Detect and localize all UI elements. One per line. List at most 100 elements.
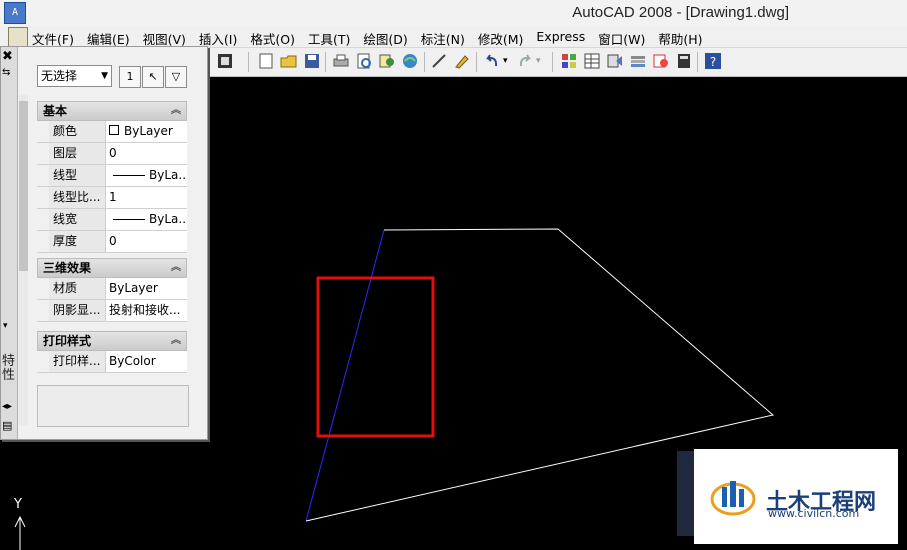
watermark-url: www.civilcn.com: [768, 507, 860, 520]
pan-realtime-icon[interactable]: [560, 52, 578, 70]
property-value[interactable]: ByLayer: [106, 121, 187, 142]
plot-preview-icon[interactable]: [355, 52, 373, 70]
property-row-lineweight[interactable]: 线宽 ByLa...: [37, 209, 187, 231]
autocad-app-icon[interactable]: A: [4, 2, 26, 24]
section-plot-style: 打印样式 ︽ 打印样... ByColor: [37, 331, 187, 373]
toolbar-separator: [552, 52, 553, 72]
svg-text:?: ?: [710, 55, 716, 69]
selection-value: 无选择: [41, 69, 78, 83]
properties-palette: ✖ ⇆ ▾ 特性 ◂▸ ▤ 无选择 ▼ 1 ↖ ▽ 基本 ︽ 颜色 ByLayer …: [0, 46, 208, 440]
property-value[interactable]: 0: [106, 231, 187, 252]
collapse-icon[interactable]: ︽: [171, 259, 181, 277]
description-box: [37, 385, 189, 427]
collapse-icon[interactable]: ︽: [171, 102, 181, 120]
section-title: 基本: [43, 104, 68, 118]
property-value[interactable]: ByColor: [106, 351, 187, 372]
palette-title-strip[interactable]: ✖ ⇆ ▾ 特性 ◂▸ ▤: [1, 47, 18, 439]
property-name: 线型: [49, 165, 106, 186]
section-header-general[interactable]: 基本 ︽: [37, 101, 187, 121]
line-sample-icon: [113, 175, 145, 176]
ucs-y-label: Y: [14, 497, 22, 512]
watermark-logo: 土木工程网 www.civilcn.com: [694, 449, 898, 544]
section-header-3d[interactable]: 三维效果 ︽: [37, 258, 187, 278]
scroll-down-icon[interactable]: ▾: [3, 321, 8, 331]
save-icon[interactable]: [303, 52, 321, 70]
section-header-plot-style[interactable]: 打印样式 ︽: [37, 331, 187, 351]
undo-icon[interactable]: [483, 52, 501, 70]
help-icon[interactable]: ?: [704, 52, 722, 70]
menu-modify[interactable]: 修改(M): [478, 29, 531, 48]
property-value[interactable]: ByLa...: [106, 209, 187, 230]
property-row-linetype[interactable]: 线型 ByLa...: [37, 165, 187, 187]
property-row-thickness[interactable]: 厚度 0: [37, 231, 187, 253]
property-row-layer[interactable]: 图层 0: [37, 143, 187, 165]
property-row-shadow[interactable]: 阴影显... 投射和接收...: [37, 300, 187, 322]
property-name: 图层: [49, 143, 106, 164]
autohide-icon[interactable]: ⇆: [2, 67, 10, 78]
new-icon[interactable]: [257, 52, 275, 70]
property-row-color[interactable]: 颜色 ByLayer: [37, 121, 187, 143]
menu-express[interactable]: Express: [536, 29, 592, 48]
redo-icon[interactable]: [516, 52, 534, 70]
property-value[interactable]: ByLayer: [106, 278, 187, 299]
toggle-pickadd-button[interactable]: 1: [119, 66, 141, 88]
quick-select-button[interactable]: ▽: [165, 66, 187, 88]
properties-icon[interactable]: [583, 52, 601, 70]
menu-draw[interactable]: 绘图(D): [363, 29, 414, 48]
toolbar-separator: [476, 52, 477, 72]
open-icon[interactable]: [280, 52, 298, 70]
menu-help[interactable]: 帮助(H): [658, 29, 709, 48]
property-name: 线型比...: [49, 187, 106, 208]
property-row-linetype-scale[interactable]: 线型比... 1: [37, 187, 187, 209]
color-swatch-icon: [109, 125, 119, 135]
property-name: 阴影显...: [49, 300, 106, 321]
menu-bar: 文件(F) 编辑(E) 视图(V) 插入(I) 格式(O) 工具(T) 绘图(D…: [0, 26, 907, 48]
toolbar-separator: [424, 52, 425, 72]
match-properties-icon[interactable]: [453, 52, 471, 70]
civilcn-logo-icon: [710, 481, 756, 516]
design-center-icon[interactable]: [606, 52, 624, 70]
menu-dimension[interactable]: 标注(N): [421, 29, 472, 48]
tool-palettes-icon[interactable]: [629, 52, 647, 70]
publish-icon[interactable]: [378, 52, 396, 70]
line-sample-icon: [113, 219, 145, 220]
document-icon[interactable]: [8, 27, 28, 47]
property-name: 材质: [49, 278, 106, 299]
toolbar-separator: [248, 52, 249, 72]
print-icon[interactable]: [332, 52, 350, 70]
ucs-y-axis: [14, 515, 26, 550]
property-name: 打印样...: [49, 351, 106, 372]
property-value-text: ByLa...: [149, 212, 187, 226]
palette-scrollbar[interactable]: [19, 95, 28, 425]
selection-dropdown[interactable]: 无选择 ▼: [37, 65, 112, 87]
3d-dwf-icon[interactable]: [401, 52, 419, 70]
palette-options-icon[interactable]: ◂▸: [2, 401, 12, 412]
property-value[interactable]: 0: [106, 143, 187, 164]
property-name: 厚度: [49, 231, 106, 252]
property-value-text: ByLa...: [149, 168, 187, 182]
select-objects-button[interactable]: ↖: [142, 66, 164, 88]
close-icon[interactable]: ✖: [2, 49, 13, 64]
sheet-set-icon[interactable]: [652, 52, 670, 70]
scrollbar-thumb[interactable]: [19, 101, 28, 271]
property-name: 颜色: [49, 121, 106, 142]
property-value[interactable]: 1: [106, 187, 187, 208]
collapse-icon[interactable]: ︽: [171, 332, 181, 350]
palette-menu-icon[interactable]: ▤: [2, 419, 12, 432]
property-row-material[interactable]: 材质 ByLayer: [37, 278, 187, 300]
toolbar-separator: [325, 52, 326, 72]
cut-icon[interactable]: [430, 52, 448, 70]
menu-tools[interactable]: 工具(T): [308, 29, 357, 48]
section-general: 基本 ︽ 颜色 ByLayer 图层 0 线型 ByLa... 线型比... 1 线宽 By…: [37, 101, 187, 253]
menu-window[interactable]: 窗口(W): [598, 29, 652, 48]
palette-vertical-label: 特性: [2, 354, 16, 383]
layout-icon[interactable]: [216, 52, 234, 70]
calculator-icon[interactable]: [675, 52, 693, 70]
property-row-plot-style[interactable]: 打印样... ByColor: [37, 351, 187, 373]
property-value[interactable]: ByLa...: [106, 165, 187, 186]
menu-format[interactable]: 格式(O): [250, 29, 302, 48]
section-title: 打印样式: [43, 334, 92, 348]
section-title: 三维效果: [43, 261, 92, 275]
property-value[interactable]: 投射和接收...: [106, 300, 187, 321]
title-bar: A AutoCAD 2008 - [Drawing1.dwg]: [0, 0, 907, 26]
